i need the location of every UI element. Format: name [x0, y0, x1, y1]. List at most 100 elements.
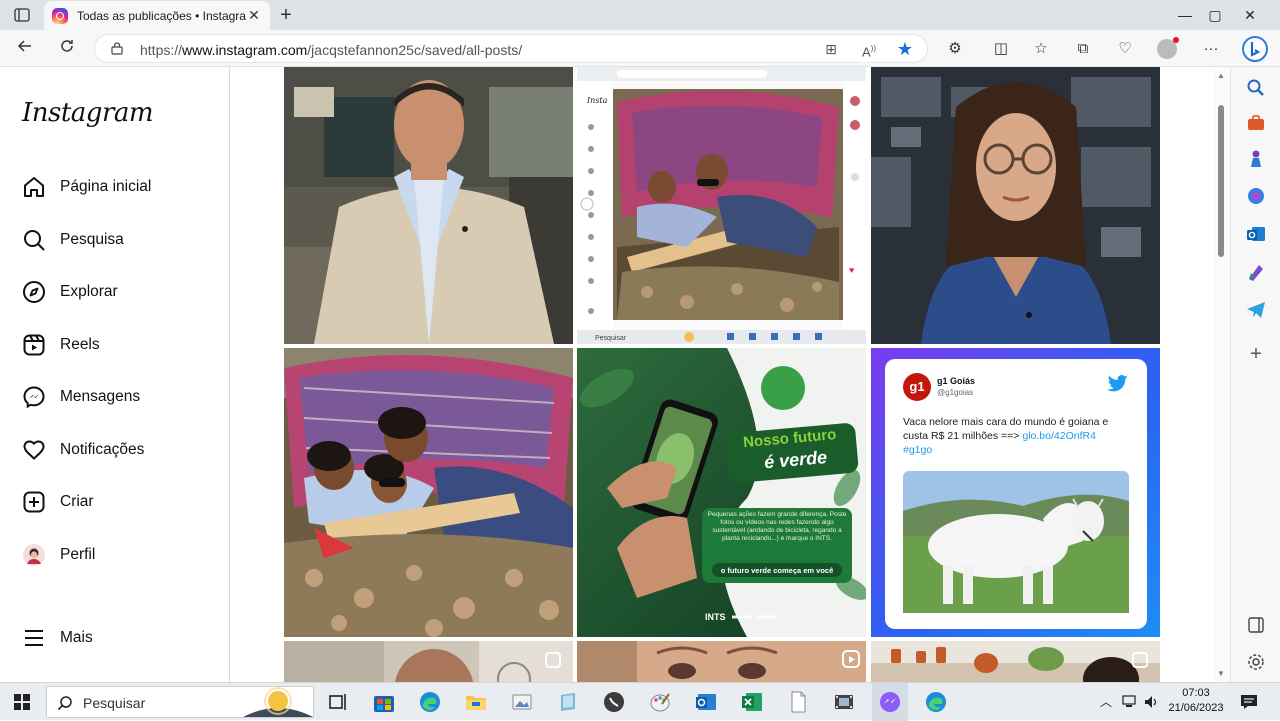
split-screen-icon[interactable]: ◫ — [990, 39, 1012, 59]
edge-taskbar-icon[interactable] — [924, 690, 948, 714]
excel-icon[interactable] — [740, 690, 764, 714]
row3-image-1 — [284, 641, 573, 682]
saved-posts-grid: Insta ♥ Pesquisar Nosso futuro é verde P… — [284, 67, 1160, 682]
tweet-hashtag: #g1go — [903, 444, 933, 456]
green-campaign-tagline: o futuro verde começa em você — [721, 566, 834, 575]
minimize-button[interactable]: — — [1170, 4, 1200, 26]
file-explorer-icon[interactable] — [464, 690, 488, 714]
app-available-icon[interactable]: ⊞ — [821, 40, 841, 58]
volume-icon[interactable] — [1144, 695, 1160, 709]
blank-document-icon[interactable] — [786, 690, 810, 714]
search-icon[interactable] — [1245, 77, 1267, 99]
taskbar-search-box[interactable]: Pesquisar — [46, 686, 314, 718]
favorite-star-icon[interactable]: ★ — [895, 40, 915, 58]
nav-item-search[interactable]: Pesquisa — [12, 218, 218, 262]
whatsapp-icon[interactable] — [602, 690, 626, 714]
post-tile-row3-2[interactable] — [577, 641, 866, 682]
nav-item-notifications[interactable]: Notificações — [12, 428, 218, 472]
post-tile-green-campaign[interactable]: Nosso futuro é verde Pequenas ações faze… — [577, 348, 866, 637]
tweet-card: g1 g1 Goiás @g1goias Vaca nelore mais ca… — [885, 359, 1147, 629]
browser-essentials-icon[interactable]: ♡ — [1114, 39, 1136, 59]
nav-label: Explorar — [60, 283, 118, 300]
news-presenter-image — [871, 67, 1160, 344]
search-icon — [22, 228, 46, 252]
microsoft365-icon[interactable] — [1245, 185, 1267, 207]
hide-sidebar-icon[interactable] — [1245, 614, 1267, 636]
post-tile-row3-1[interactable] — [284, 641, 573, 682]
nav-item-explore[interactable]: Explorar — [12, 270, 218, 314]
green-campaign-image: Nosso futuro é verde Pequenas ações faze… — [577, 348, 866, 637]
tab-title: Todas as publicações • Instagram — [77, 8, 246, 23]
extensions-icon[interactable]: ⚙ — [944, 39, 966, 59]
search-highlight-sun-icon — [243, 687, 313, 717]
maximize-button[interactable]: ▢ — [1200, 4, 1230, 26]
address-bar[interactable]: https://www.instagram.com/jacqstefannon2… — [94, 34, 928, 63]
page-scrollbar[interactable]: ▲ ▼ — [1214, 67, 1228, 682]
photos-app-icon[interactable] — [510, 690, 534, 714]
tray-overflow-chevron-icon[interactable]: ︿ — [1100, 693, 1112, 710]
new-tab-button[interactable]: + — [276, 4, 296, 26]
bing-copilot-icon[interactable] — [1242, 36, 1268, 62]
instagram-logo[interactable]: Instagram — [22, 98, 154, 128]
tab-close-icon[interactable]: ✕ — [246, 7, 262, 24]
nav-item-reels[interactable]: Reels — [12, 323, 218, 367]
nav-item-home[interactable]: Página inicial — [12, 165, 218, 209]
read-aloud-icon[interactable]: A)) — [859, 40, 879, 59]
collections-icon[interactable]: ⧉ — [1072, 39, 1094, 59]
favorites-icon[interactable]: ☆ — [1030, 39, 1052, 59]
scroll-up-arrow-icon[interactable]: ▲ — [1217, 71, 1225, 80]
tab-actions-icon — [14, 8, 30, 22]
outlook-icon[interactable] — [1245, 223, 1267, 245]
messenger-taskbar-icon[interactable] — [878, 690, 902, 714]
clock-time: 07:03 — [1182, 687, 1210, 699]
window-close-button[interactable]: ✕ — [1235, 4, 1265, 26]
post-tile-family-photo[interactable] — [284, 348, 573, 637]
post-tile-news-anchor[interactable] — [284, 67, 573, 344]
browser-tab[interactable]: Todas as publicações • Instagram ✕ — [44, 1, 270, 30]
paint-icon[interactable] — [648, 690, 672, 714]
screenshot-image: Insta ♥ Pesquisar — [577, 67, 866, 344]
designer-icon[interactable] — [1245, 261, 1267, 283]
twitter-bird-icon — [1107, 375, 1128, 392]
network-icon[interactable] — [1122, 695, 1138, 709]
tweet-link: glo.bo/42OnfR4 — [1022, 430, 1096, 442]
nav-item-profile[interactable]: Perfil — [12, 533, 218, 577]
instagram-sidebar: Instagram Página inicial Pesquisa Explor… — [0, 67, 230, 682]
microsoft-store-icon[interactable] — [372, 690, 396, 714]
notification-center-icon[interactable] — [1240, 694, 1258, 710]
post-tile-g1-tweet[interactable]: g1 g1 Goiás @g1goias Vaca nelore mais ca… — [871, 348, 1160, 637]
windows-start-icon[interactable] — [14, 694, 30, 710]
nav-item-more[interactable]: Mais — [12, 616, 218, 660]
scrollbar-thumb[interactable] — [1218, 105, 1224, 257]
nav-item-create[interactable]: Criar — [12, 480, 218, 524]
scroll-down-arrow-icon[interactable]: ▼ — [1217, 669, 1225, 678]
add-sidebar-app-icon[interactable]: + — [1245, 343, 1267, 365]
tweet-author-handle: @g1goias — [937, 388, 974, 397]
url-host: www.instagram.com — [182, 42, 308, 58]
nav-label: Reels — [60, 336, 100, 353]
post-tile-row3-3[interactable] — [871, 641, 1160, 682]
nav-item-messages[interactable]: Mensagens — [12, 375, 218, 419]
back-button[interactable] — [12, 36, 38, 60]
outlook-taskbar-icon[interactable] — [694, 690, 718, 714]
more-menu-icon[interactable]: ··· — [1200, 39, 1222, 59]
settings-gear-icon[interactable] — [1245, 651, 1267, 673]
refresh-icon — [61, 40, 73, 52]
ints-logo: INTS — [705, 612, 726, 622]
games-chess-icon[interactable] — [1245, 148, 1267, 170]
shopping-bag-icon[interactable] — [1245, 112, 1267, 134]
app-icon-blue-book[interactable] — [556, 690, 580, 714]
white-cow-photo — [903, 471, 1129, 613]
film-app-icon[interactable] — [832, 690, 856, 714]
url-text: https://www.instagram.com/jacqstefannon2… — [140, 42, 522, 58]
tab-actions-button[interactable] — [10, 5, 34, 25]
nav-label: Notificações — [60, 441, 145, 458]
send-telegram-icon[interactable] — [1245, 299, 1267, 321]
refresh-button[interactable] — [54, 36, 80, 60]
profile-avatar[interactable] — [1156, 37, 1179, 59]
post-tile-news-presenter[interactable] — [871, 67, 1160, 344]
task-view-icon[interactable] — [326, 690, 350, 714]
system-clock[interactable]: 07:03 21/06/2023 — [1168, 686, 1224, 716]
post-tile-screenshot[interactable]: Insta ♥ Pesquisar — [577, 67, 866, 344]
edge-browser-icon[interactable] — [418, 690, 442, 714]
